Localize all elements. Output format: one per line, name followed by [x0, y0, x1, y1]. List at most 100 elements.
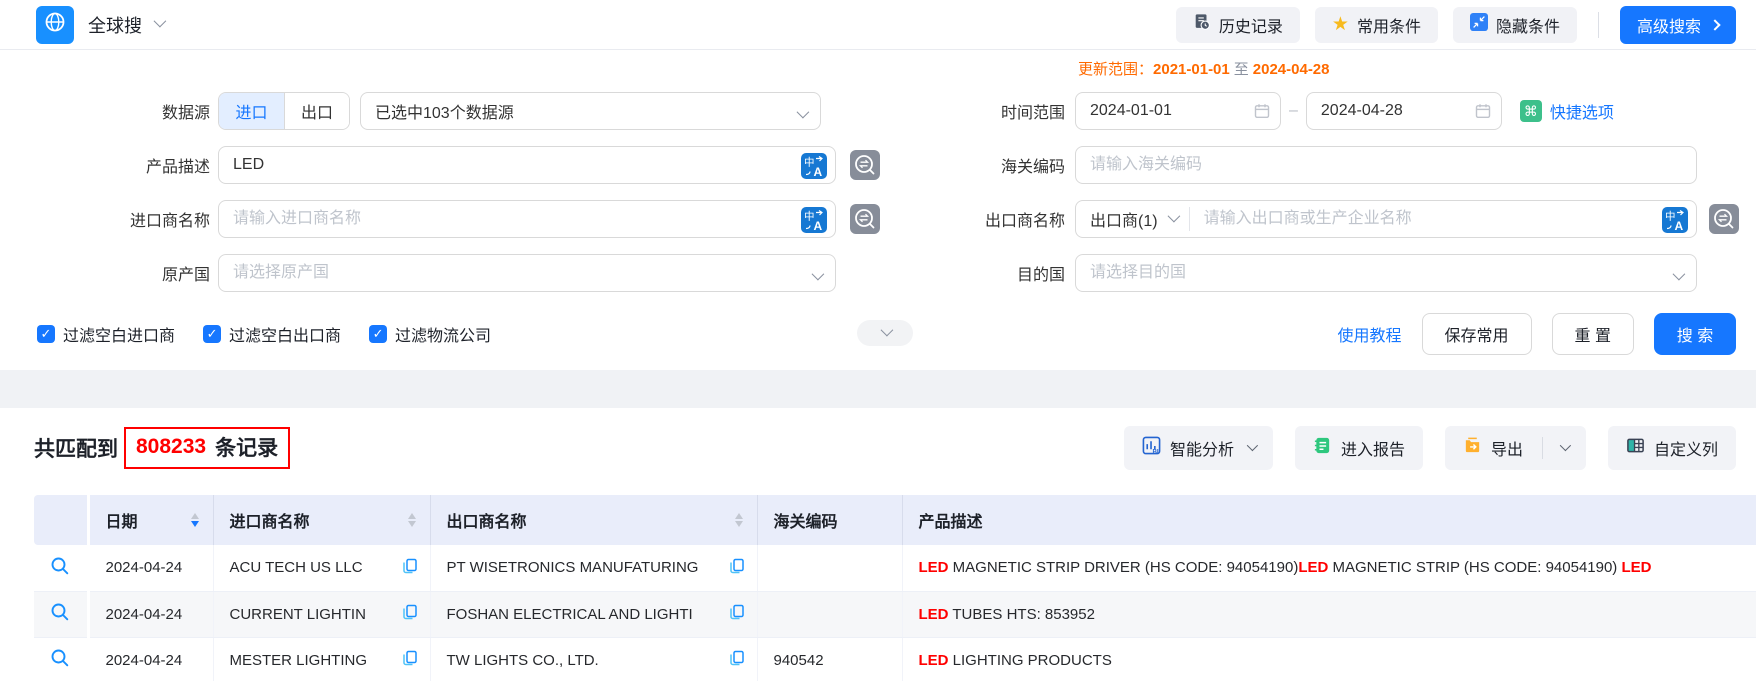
header-date-label: 日期	[106, 508, 138, 532]
magnifier-icon[interactable]	[50, 655, 70, 672]
exporter-name: TW LIGHTS CO., LTD.	[447, 652, 599, 669]
data-source-select-value[interactable]	[361, 93, 820, 129]
header-exporter[interactable]: 出口商名称	[430, 495, 757, 545]
section-divider-band	[0, 370, 1756, 408]
exporter-label: 出口商名称	[880, 207, 1065, 231]
header-hs-code[interactable]: 海关编码	[757, 495, 902, 545]
origin-country-select[interactable]	[218, 254, 836, 292]
tab-export[interactable]: 出口	[284, 93, 349, 129]
save-conditions-button[interactable]: 保存常用	[1422, 313, 1532, 355]
origin-country-input[interactable]	[219, 255, 835, 291]
history-button[interactable]: 历史记录	[1176, 7, 1300, 43]
exporter-row: 出口商名称 出口商(1) 中A	[880, 192, 1756, 246]
table-row: 2024-04-24 ACU TECH US LLC PT WISETRONIC…	[34, 545, 1756, 591]
importer-name: CURRENT LIGHTIN	[230, 606, 366, 623]
tab-import[interactable]: 进口	[219, 93, 284, 129]
copy-icon[interactable]	[402, 558, 418, 578]
date-start-picker[interactable]: 2024-01-01	[1075, 92, 1281, 130]
row-search-cell	[34, 591, 88, 637]
exporter-input[interactable]	[1190, 201, 1696, 237]
row-search-cell	[34, 545, 88, 591]
chevron-right-icon	[1709, 19, 1720, 30]
export-label: 导出	[1491, 436, 1523, 460]
chevron-down-icon	[1560, 439, 1571, 450]
sort-icons-importer[interactable]	[408, 513, 416, 527]
fuzzy-match-icon[interactable]	[850, 150, 880, 180]
importer-cell: ACU TECH US LLC	[213, 545, 430, 591]
copy-icon[interactable]	[729, 558, 745, 578]
importer-input[interactable]	[219, 201, 835, 237]
update-range-to: 至	[1230, 61, 1253, 78]
checkbox-filter-blank-exporter[interactable]: ✓ 过滤空白出口商	[203, 322, 341, 346]
exporter-name: PT WISETRONICS MANUFATURING	[447, 559, 699, 576]
smart-analysis-button[interactable]: BI 智能分析	[1124, 426, 1273, 470]
results-table: 日期 进口商名称 出口商名称 海关编码 产品描述	[34, 495, 1756, 681]
checkbox-filter-blank-importer[interactable]: ✓ 过滤空白进口商	[37, 322, 175, 346]
product-desc-input[interactable]	[219, 147, 835, 183]
svg-text:A: A	[814, 219, 823, 233]
copy-icon[interactable]	[729, 650, 745, 670]
date-cell: 2024-04-24	[88, 591, 213, 637]
hide-conditions-button[interactable]: 隐藏条件	[1453, 7, 1577, 43]
hs-code-inputbox	[1075, 146, 1697, 184]
checkbox-filter-logistics[interactable]: ✓ 过滤物流公司	[369, 322, 491, 346]
magnifier-icon[interactable]	[50, 563, 70, 580]
checkbox-label: 过滤空白进口商	[63, 322, 175, 346]
fuzzy-match-icon[interactable]	[1709, 204, 1739, 234]
app-logo	[36, 6, 74, 44]
data-source-select[interactable]	[360, 92, 821, 130]
copy-icon[interactable]	[402, 604, 418, 624]
header-exporter-label: 出口商名称	[447, 508, 527, 532]
desc-text: MAGNETIC STRIP DRIVER (HS CODE: 94054190…	[949, 559, 1299, 576]
copy-icon[interactable]	[729, 604, 745, 624]
reset-button[interactable]: 重 置	[1552, 313, 1634, 355]
origin-country-row: 原产国	[0, 246, 880, 300]
favorites-button[interactable]: ★ 常用条件	[1315, 7, 1438, 43]
matched-prefix: 共匹配到	[34, 433, 118, 463]
data-source-row: 数据源 进口 出口	[0, 84, 880, 138]
importer-row: 进口商名称 中A	[0, 192, 880, 246]
time-range-row: 时间范围 2024-01-01 – 2024-04-28 ⌘	[880, 84, 1756, 138]
exporter-cell: PT WISETRONICS MANUFATURING	[430, 545, 757, 591]
hs-code-input[interactable]	[1076, 147, 1696, 183]
export-button[interactable]: 导出	[1445, 426, 1586, 470]
update-range-start: 2021-01-01	[1153, 61, 1230, 78]
search-button[interactable]: 搜 索	[1654, 313, 1736, 355]
chevron-down-icon	[880, 324, 893, 337]
exporter-type-select[interactable]: 出口商(1)	[1076, 207, 1189, 231]
translate-icon[interactable]: 中A	[801, 207, 827, 233]
product-desc-inputbox: 中A	[218, 146, 836, 184]
dest-country-select[interactable]	[1075, 254, 1697, 292]
copy-icon[interactable]	[402, 650, 418, 670]
quick-options-link[interactable]: ⌘ 快捷选项	[1520, 99, 1614, 123]
product-desc-label: 产品描述	[0, 153, 210, 177]
table-row: 2024-04-24 MESTER LIGHTING TW LIGHTS CO.…	[34, 637, 1756, 681]
exporter-type-value: 出口商(1)	[1090, 207, 1158, 231]
product-desc-row: 产品描述 中A	[0, 138, 880, 192]
importer-name: ACU TECH US LLC	[230, 559, 363, 576]
magnifier-icon[interactable]	[50, 609, 70, 626]
columns-icon	[1626, 436, 1645, 460]
dest-country-input[interactable]	[1076, 255, 1696, 291]
hs-code-cell	[757, 545, 902, 591]
checkbox-checked-icon[interactable]: ✓	[203, 325, 221, 343]
date-end-picker[interactable]: 2024-04-28	[1306, 92, 1502, 130]
row-search-cell	[34, 637, 88, 681]
chevron-down-icon[interactable]	[154, 15, 167, 28]
star-icon: ★	[1332, 15, 1349, 34]
header-date[interactable]: 日期	[88, 495, 213, 545]
sort-icons-exporter[interactable]	[735, 513, 743, 527]
tutorial-link[interactable]: 使用教程	[1338, 322, 1402, 346]
expand-more-pill[interactable]	[857, 320, 913, 346]
checkbox-checked-icon[interactable]: ✓	[369, 325, 387, 343]
customize-columns-button[interactable]: 自定义列	[1608, 426, 1736, 470]
header-importer[interactable]: 进口商名称	[213, 495, 430, 545]
checkbox-checked-icon[interactable]: ✓	[37, 325, 55, 343]
header-product-desc[interactable]: 产品描述	[902, 495, 1756, 545]
fuzzy-match-icon[interactable]	[850, 204, 880, 234]
enter-report-button[interactable]: 进入报告	[1295, 426, 1423, 470]
sort-icons-date[interactable]	[191, 513, 199, 527]
translate-icon[interactable]: 中A	[801, 153, 827, 179]
advanced-search-button[interactable]: 高级搜索	[1620, 6, 1736, 44]
translate-icon[interactable]: 中A	[1662, 207, 1688, 233]
